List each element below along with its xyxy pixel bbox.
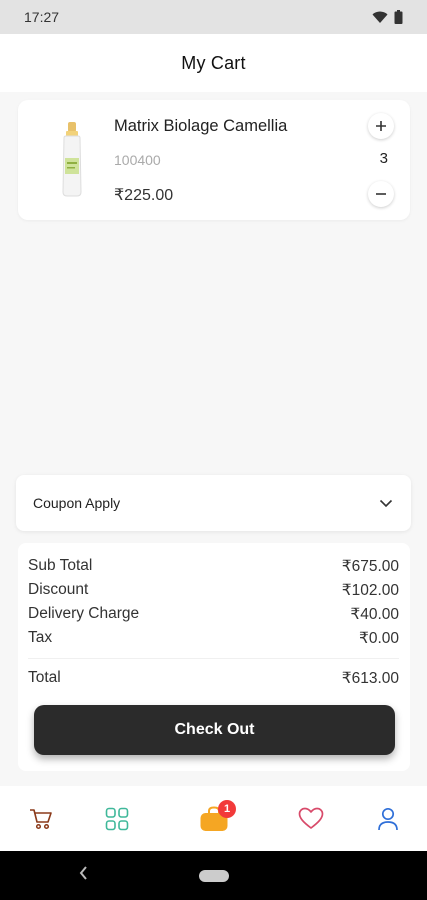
nav-categories[interactable]: [87, 786, 147, 851]
discount-label: Discount: [28, 581, 89, 598]
subtotal-value: ₹675.00: [341, 558, 399, 575]
status-time: 17:27: [24, 9, 60, 25]
page-title: My Cart: [181, 52, 246, 73]
product-price: ₹225.00: [114, 187, 174, 204]
increase-quantity-button[interactable]: [368, 113, 394, 139]
bag-badge: 1: [218, 800, 236, 818]
grid-icon: [105, 807, 129, 830]
coupon-dropdown[interactable]: Coupon Apply: [16, 475, 411, 531]
checkout-button[interactable]: Check Out: [34, 705, 395, 755]
quantity-value: 3: [379, 150, 388, 167]
decrease-quantity-button[interactable]: [368, 181, 394, 207]
cart-item-card: Matrix Biolage Camellia 100400 ₹225.00 3: [18, 100, 410, 220]
user-icon: [378, 807, 398, 830]
status-icons: [372, 10, 403, 24]
battery-icon: [394, 10, 403, 24]
discount-row: Discount ₹102.00: [28, 581, 399, 600]
app-bar: My Cart: [0, 34, 427, 92]
bottom-nav: 1: [0, 786, 427, 851]
tax-value: ₹0.00: [358, 630, 399, 647]
discount-value: ₹102.00: [341, 582, 399, 599]
chevron-down-icon: [379, 499, 393, 507]
coupon-label: Coupon Apply: [33, 495, 121, 511]
home-button[interactable]: [199, 870, 229, 882]
product-name[interactable]: Matrix Biolage Camellia: [114, 117, 287, 136]
nav-wishlist[interactable]: [281, 786, 341, 851]
total-value: ₹613.00: [341, 670, 399, 687]
product-image: [32, 112, 112, 207]
product-code: 100400: [114, 152, 161, 168]
plus-icon: [376, 121, 386, 131]
subtotal-label: Sub Total: [28, 557, 93, 574]
tax-label: Tax: [28, 629, 53, 646]
delivery-row: Delivery Charge ₹40.00: [28, 605, 399, 624]
cart-icon: [30, 808, 52, 829]
delivery-value: ₹40.00: [350, 606, 399, 623]
back-icon[interactable]: [78, 865, 88, 881]
minus-icon: [376, 193, 386, 195]
subtotal-row: Sub Total ₹675.00: [28, 557, 399, 576]
total-row: Total ₹613.00: [28, 669, 399, 688]
nav-bag[interactable]: 1: [184, 786, 244, 851]
tax-row: Tax ₹0.00: [28, 629, 399, 648]
order-summary: Sub Total ₹675.00 Discount ₹102.00 Deliv…: [18, 543, 410, 771]
delivery-label: Delivery Charge: [28, 605, 140, 622]
total-label: Total: [28, 669, 61, 686]
shampoo-bottle-icon: [62, 121, 82, 196]
wifi-icon: [372, 11, 388, 23]
status-bar: 17:27: [0, 0, 427, 34]
nav-profile[interactable]: [358, 786, 418, 851]
system-nav-bar: [0, 851, 427, 900]
nav-cart[interactable]: [11, 786, 71, 851]
summary-divider: [28, 658, 399, 659]
heart-icon: [298, 807, 324, 829]
